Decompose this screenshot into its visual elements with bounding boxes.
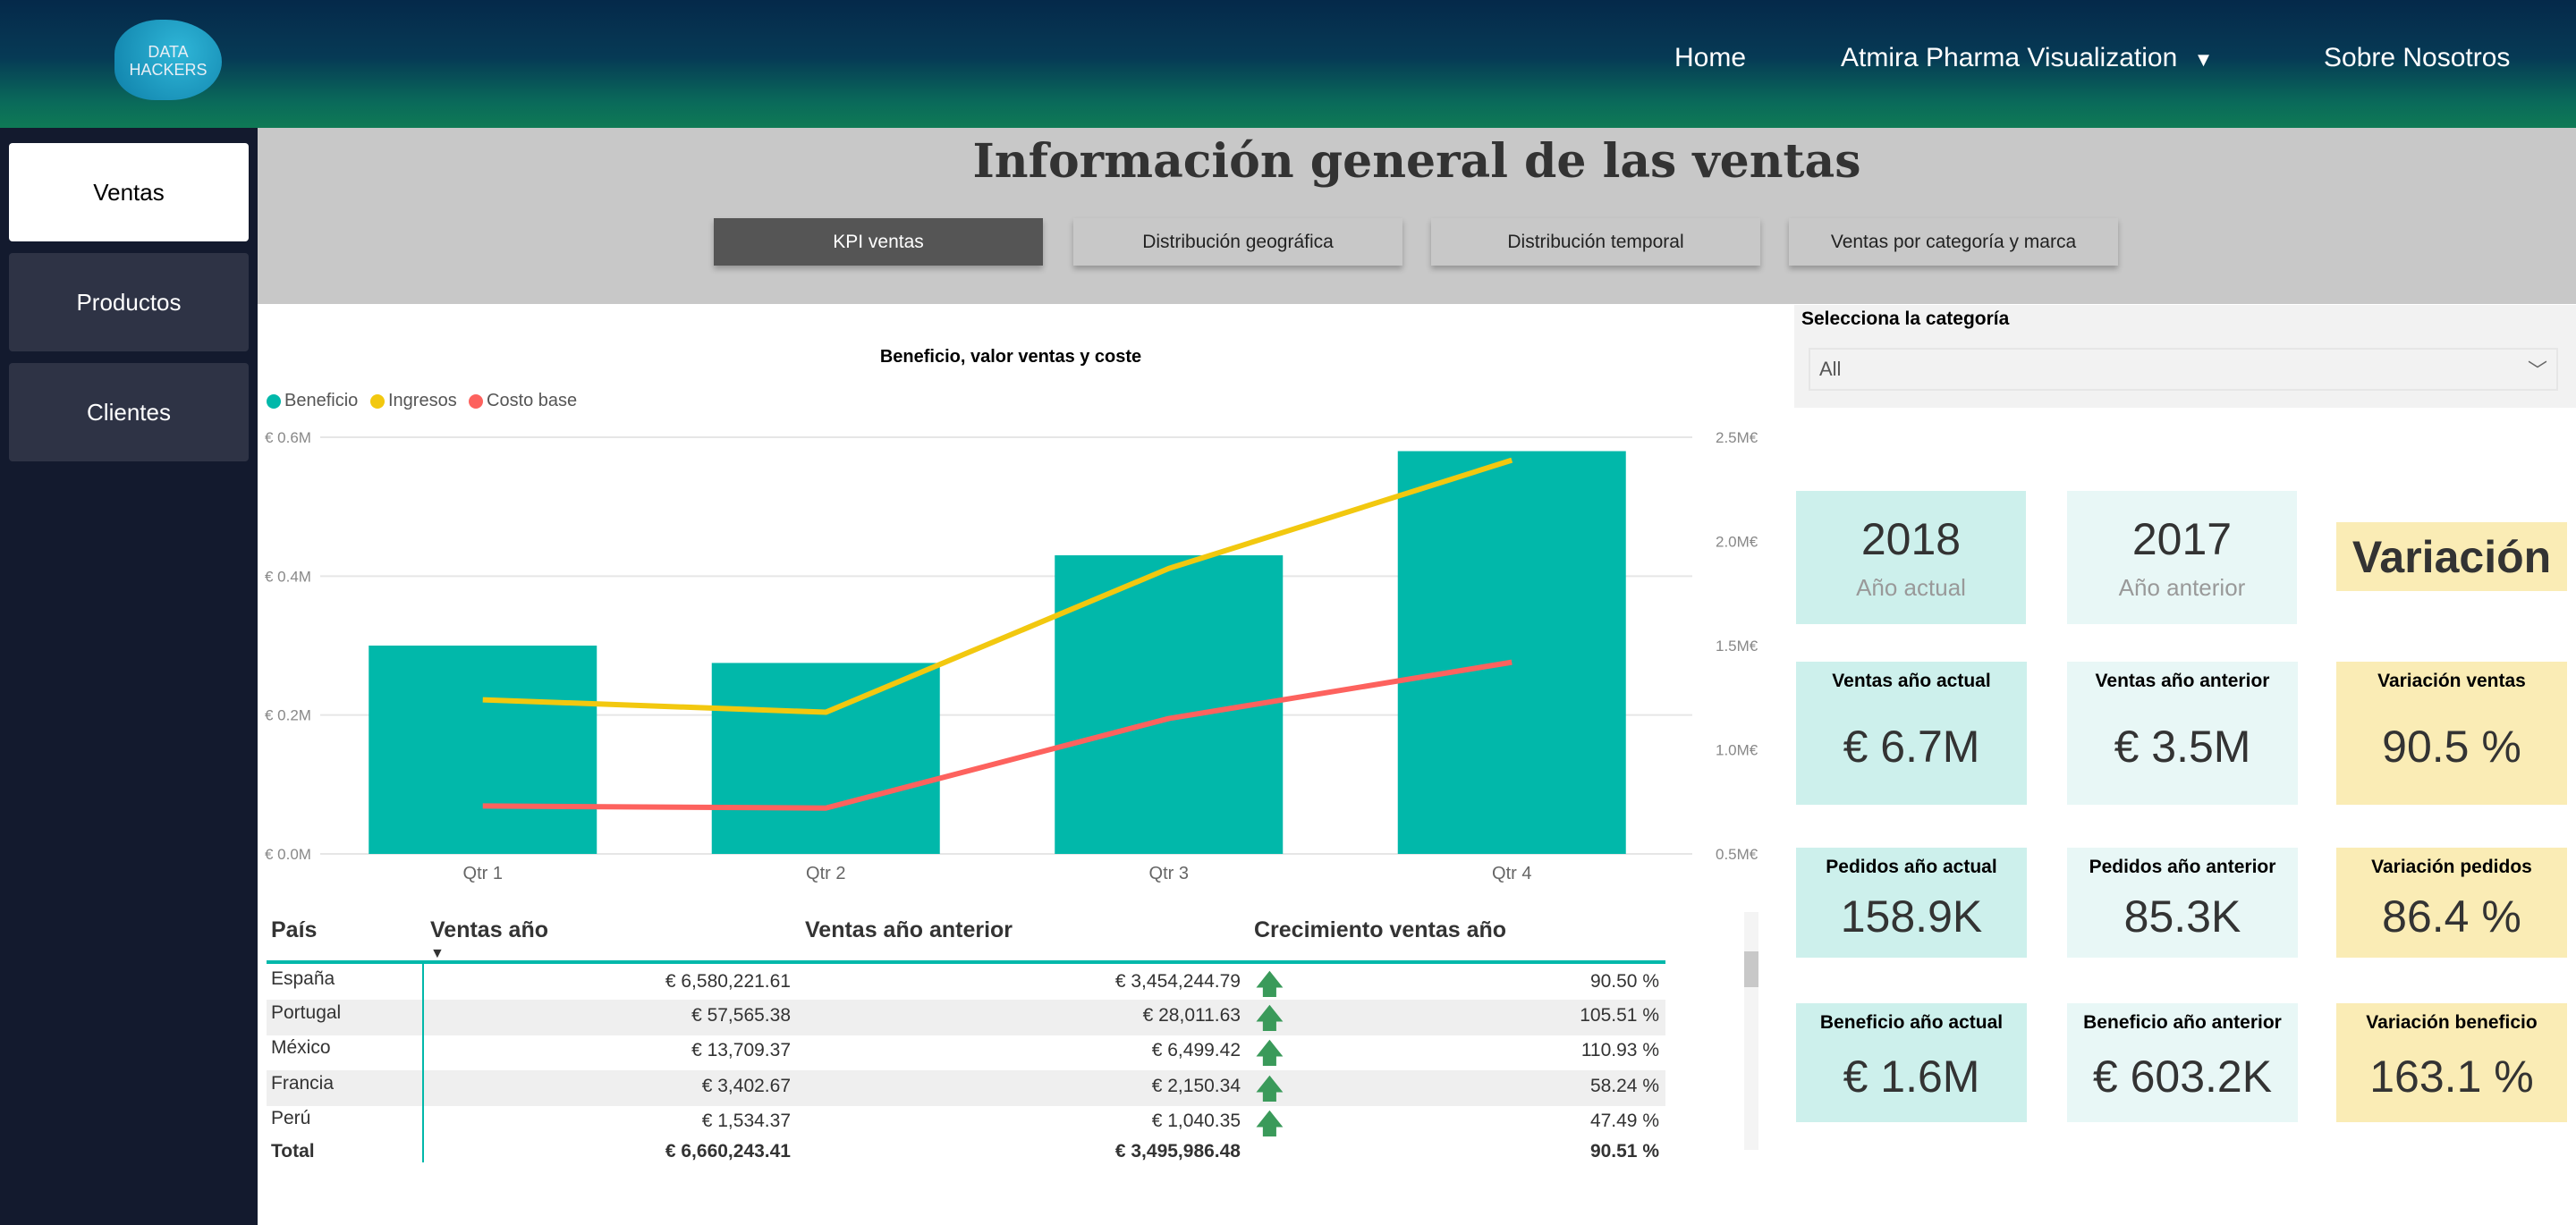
scrollbar-thumb[interactable] [1744,951,1758,987]
kpi-label: Pedidos año anterior [2089,857,2276,877]
kpi-label: Variación ventas [2377,671,2526,691]
cell-ventas: € 57,565.38 [691,1005,791,1026]
right-tick-label: 2.0M€ [1716,534,1758,551]
kpi-value: 163.1 % [2369,1051,2534,1102]
cell-ventas: € 6,580,221.61 [665,971,791,992]
kpi-card: Pedidos año actual 158.9K [1796,848,2027,958]
col-header-ventas-ano[interactable]: Ventas año [430,917,548,943]
left-tick-label: € 0.4M [265,568,311,585]
kpi-value: 158.9K [1840,891,1983,942]
caret-down-icon: ▼ [2193,48,2214,71]
right-tick-label: 1.5M€ [1716,638,1758,655]
kpi-year-previous: 2017 Año anterior [2067,491,2297,624]
cell-ventas: € 3,402.67 [701,1076,791,1096]
total-crecimiento: 90.51 % [1589,1141,1659,1162]
arrow-up-icon: 🡅 [1256,1110,1284,1139]
col-header-pais[interactable]: País [271,917,317,943]
bar-beneficio [711,663,940,854]
kpi-value: 85.3K [2123,891,2241,942]
right-tick-label: 1.0M€ [1716,742,1758,759]
kpi-card: Variación beneficio 163.1 % [2336,1003,2567,1122]
line-costo-base [482,659,1513,811]
category-dropdown[interactable]: All ﹀ [1809,348,2558,391]
bar-beneficio [369,646,597,854]
x-tick-label: Qtr 4 [1492,864,1531,883]
table-scrollbar[interactable] [1744,912,1758,1150]
column-divider [422,962,424,1162]
dropdown-value: All [1819,358,1842,380]
right-tick-label: 2.5M€ [1716,429,1758,446]
row-stripe [267,1070,1665,1106]
nav-atmira-dropdown[interactable]: Atmira Pharma Visualization ▼ [1841,43,2213,73]
cell-crecimiento: 105.51 % [1580,1005,1659,1026]
cell-anterior: € 28,011.63 [1142,1005,1241,1026]
slicer-label: Selecciona la categoría [1801,308,2010,329]
kpi-label: Beneficio año actual [1819,1012,2004,1033]
total-anterior: € 3,495,986.48 [1114,1141,1241,1162]
kpi-value: 90.5 % [2382,722,2521,772]
cell-anterior: € 2,150.34 [1151,1076,1241,1096]
total-ventas: € 6,660,243.41 [665,1141,791,1162]
kpi-label: Variación pedidos [2371,857,2532,877]
kpi-label: Ventas año anterior [2095,671,2270,691]
left-tick-label: € 0.2M [265,707,311,724]
kpi-card: Beneficio año anterior € 603.2K [2067,1003,2298,1122]
kpi-label: Ventas año actual [1832,671,1991,691]
kpi-value: 2018 [1860,514,1962,564]
cell-pais: Francia [271,1073,335,1094]
kpi-card: Beneficio año actual € 1.6M [1796,1003,2027,1122]
kpi-value: € 603.2K [2092,1051,2273,1102]
left-tick-label: € 0.0M [265,846,311,863]
left-tick-label: € 0.6M [265,429,311,446]
col-header-ventas-ano-anterior[interactable]: Ventas año anterior [805,917,1013,943]
kpi-value: 2017 [2131,514,2233,564]
bar-beneficio [1397,451,1626,854]
kpi-label: Variación beneficio [2366,1012,2538,1033]
kpi-value: € 1.6M [1843,1051,1980,1102]
cell-anterior: € 3,454,244.79 [1114,971,1241,992]
cell-crecimiento: 58.24 % [1589,1076,1659,1096]
cell-ventas: € 1,534.37 [701,1111,791,1131]
kpi-card: Pedidos año anterior 85.3K [2067,848,2298,958]
kpi-card: Ventas año actual € 6.7M [1796,662,2027,805]
col-header-crecimiento[interactable]: Crecimiento ventas año [1254,917,1506,943]
chevron-down-icon: ﹀ [2527,359,2547,382]
cell-crecimiento: 47.49 % [1589,1111,1659,1131]
cell-ventas: € 13,709.37 [691,1040,791,1060]
cell-crecimiento: 110.93 % [1580,1040,1659,1060]
kpi-card: Ventas año anterior € 3.5M [2067,662,2298,805]
kpi-caption: Año actual [1856,574,1966,601]
kpi-value: € 6.7M [1843,722,1980,772]
cell-anterior: € 1,040.35 [1151,1111,1241,1131]
combo-chart: € 0.6M € 0.4M € 0.2M € 0.0M 2.5M€ 2.0M€ 1.5M€ 1… [265,429,1758,883]
kpi-value: € 3.5M [2114,722,2251,772]
tab-ventas-categoria-marca[interactable]: Ventas por categoría y marca [1789,218,2118,266]
nav-sobre-nosotros[interactable]: Sobre Nosotros [2324,43,2510,73]
cell-pais: Portugal [271,1002,342,1023]
right-tick-label: 0.5M€ [1716,846,1758,863]
line-ingresos [482,457,1513,715]
x-tick-label: Qtr 3 [1149,864,1189,883]
cell-pais: España [271,968,335,989]
kpi-card: Variación ventas 90.5 % [2336,662,2567,805]
kpi-label: Pedidos año actual [1826,857,1997,877]
kpi-caption: Año anterior [2118,574,2246,601]
x-tick-label: Qtr 1 [463,864,503,883]
row-stripe [267,1000,1665,1035]
cell-pais: México [271,1037,331,1058]
kpi-value: 86.4 % [2382,891,2521,942]
kpi-year-current: 2018 Año actual [1796,491,2026,624]
kpi-label: Beneficio año anterior [2083,1012,2282,1033]
nav-atmira-label: Atmira Pharma Visualization [1841,43,2178,72]
x-tick-label: Qtr 2 [806,864,845,883]
header-divider [267,960,1665,964]
kpi-card: Variación pedidos 86.4 % [2336,848,2567,958]
cell-anterior: € 6,499.42 [1151,1040,1241,1060]
variation-title: Variación [2336,522,2567,591]
total-label: Total [271,1141,315,1162]
cell-pais: Perú [271,1108,311,1128]
cell-crecimiento: 90.50 % [1589,971,1659,992]
